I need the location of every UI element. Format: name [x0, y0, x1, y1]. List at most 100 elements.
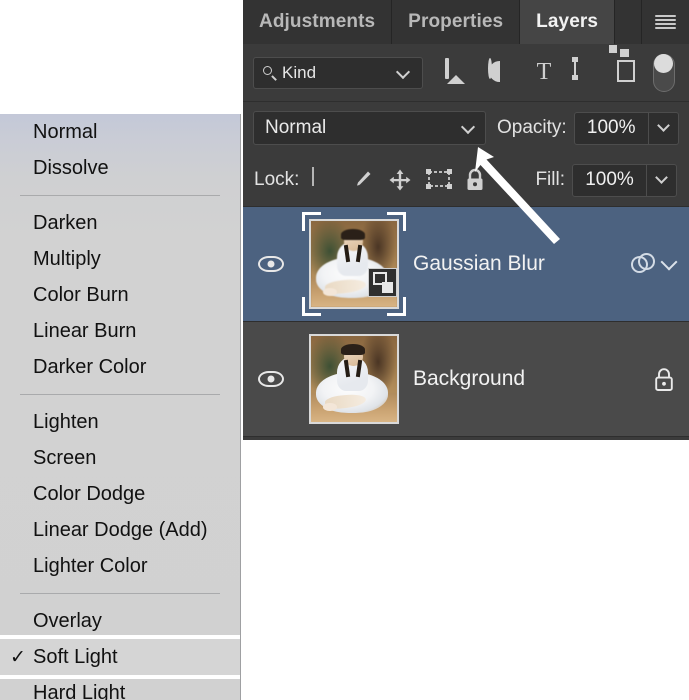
layer-thumbnail-ballerina — [309, 334, 399, 424]
smart-object-filter-icon[interactable] — [609, 44, 643, 86]
tab-adjustments[interactable]: Adjustments — [243, 0, 393, 44]
hamburger-menu-icon — [655, 14, 676, 30]
layer-name: Background — [413, 367, 526, 390]
menu-item-label: Overlay — [33, 609, 102, 632]
filter-type-icons: T — [445, 44, 643, 86]
panel-menu-button[interactable] — [642, 0, 689, 44]
panel-tab-strip: Adjustments Properties Layers — [243, 0, 689, 44]
lock-transparent-pixels-icon[interactable] — [312, 167, 336, 192]
menu-item-label: Linear Dodge (Add) — [33, 518, 208, 541]
menu-item-label: Lighten — [33, 410, 99, 433]
eye-icon — [258, 256, 284, 272]
menu-item-label: Normal — [33, 120, 98, 143]
menu-item-label: Color Burn — [33, 283, 129, 306]
lock-row: Lock: Fill: 100% — [243, 154, 689, 207]
lock-icon-group — [312, 167, 488, 192]
menu-item-label: Darker Color — [33, 355, 147, 378]
menu-item-label: Dissolve — [33, 156, 109, 179]
menu-item-screen[interactable]: Screen — [0, 440, 240, 476]
opacity-stepper[interactable] — [648, 111, 679, 145]
opacity-value: 100% — [586, 117, 636, 138]
menu-item-linear-burn[interactable]: Linear Burn — [0, 313, 240, 349]
menu-item-lighter-color[interactable]: Lighter Color — [0, 548, 240, 584]
fill-label: Fill: — [535, 169, 565, 190]
menu-item-darken[interactable]: Darken — [0, 205, 240, 241]
eye-icon — [258, 371, 284, 387]
lock-artboard-nesting-icon[interactable] — [426, 168, 453, 192]
layers-panel: Adjustments Properties Layers Kind T Nor… — [243, 0, 689, 440]
layer-thumbnail-cell[interactable] — [299, 212, 409, 316]
menu-separator — [20, 195, 220, 196]
filter-enable-toggle[interactable] — [653, 53, 675, 92]
blend-mode-row: Normal Opacity: 100% — [243, 102, 689, 154]
opacity-label: Opacity: — [497, 117, 567, 138]
filter-kind-select[interactable]: Kind — [253, 56, 423, 89]
layer-row-gaussian-blur[interactable]: Gaussian Blur — [243, 207, 689, 322]
lock-all-icon[interactable] — [464, 168, 488, 192]
opacity-input[interactable]: 100% — [573, 111, 649, 145]
tab-properties-label: Properties — [408, 11, 504, 32]
fill-input[interactable]: 100% — [572, 163, 647, 197]
layer-row-controls — [653, 367, 675, 392]
chevron-down-icon[interactable] — [660, 253, 678, 270]
menu-item-lighten[interactable]: Lighten — [0, 404, 240, 440]
blend-mode-dropdown-menu[interactable]: Normal Dissolve Darken Multiply Color Burn Li… — [0, 114, 241, 700]
layer-visibility-toggle[interactable] — [243, 256, 299, 272]
fill-value: 100% — [585, 169, 634, 190]
chevron-down-icon — [656, 119, 670, 132]
smart-filters-icon[interactable] — [631, 253, 657, 275]
chevron-down-icon — [395, 64, 411, 79]
menu-item-darker-color[interactable]: Darker Color — [0, 349, 240, 385]
tab-strip-spacer — [615, 0, 642, 44]
menu-separator — [20, 394, 220, 395]
menu-item-label: Linear Burn — [33, 319, 137, 342]
layer-visibility-toggle[interactable] — [243, 371, 299, 387]
menu-item-dissolve[interactable]: Dissolve — [0, 150, 240, 186]
menu-item-color-burn[interactable]: Color Burn — [0, 277, 240, 313]
menu-item-hard-light[interactable]: Hard Light — [0, 675, 240, 700]
adjustment-layer-filter-icon[interactable] — [488, 57, 514, 86]
menu-item-color-dodge[interactable]: Color Dodge — [0, 476, 240, 512]
layer-row-controls — [631, 253, 678, 275]
fill-stepper[interactable] — [647, 163, 677, 197]
lock-label: Lock: — [254, 169, 300, 190]
menu-item-normal[interactable]: Normal — [0, 114, 240, 150]
menu-item-label: Screen — [33, 446, 97, 469]
search-icon — [263, 65, 277, 80]
toggle-knob — [654, 53, 673, 73]
layer-list: Gaussian Blur Background — [243, 207, 689, 437]
menu-item-label: Color Dodge — [33, 482, 146, 505]
menu-item-label: Hard Light — [33, 681, 126, 700]
menu-separator — [20, 593, 220, 594]
tab-layers[interactable]: Layers — [520, 0, 616, 44]
menu-item-label: Darken — [33, 211, 98, 234]
lock-position-icon[interactable] — [388, 168, 412, 192]
layer-name: Gaussian Blur — [413, 252, 545, 275]
menu-item-linear-dodge-add[interactable]: Linear Dodge (Add) — [0, 512, 240, 548]
blend-mode-value: Normal — [265, 117, 327, 138]
layer-row-background[interactable]: Background — [243, 322, 689, 437]
pixel-layer-filter-icon[interactable] — [445, 57, 471, 86]
locked-layer-icon — [653, 367, 675, 392]
menu-item-overlay[interactable]: Overlay — [0, 603, 240, 639]
layer-thumbnail-cell[interactable] — [299, 334, 409, 424]
layer-filter-row: Kind T — [243, 44, 689, 102]
menu-item-label: Multiply — [33, 247, 101, 270]
blend-mode-select[interactable]: Normal — [253, 111, 486, 145]
menu-item-label: Lighter Color — [33, 554, 148, 577]
menu-item-label: Soft Light — [33, 645, 118, 668]
tab-adjustments-label: Adjustments — [259, 11, 376, 32]
fill-block: Fill: 100% — [535, 163, 677, 197]
tab-layers-label: Layers — [536, 11, 599, 32]
type-layer-filter-icon[interactable]: T — [531, 60, 557, 86]
chevron-down-icon — [655, 171, 668, 184]
menu-item-multiply[interactable]: Multiply — [0, 241, 240, 277]
lock-image-pixels-icon[interactable] — [350, 168, 374, 192]
filter-kind-label: Kind — [282, 62, 317, 82]
check-icon: ✓ — [10, 646, 26, 668]
chevron-down-icon — [460, 119, 476, 135]
menu-item-soft-light[interactable]: ✓ Soft Light — [0, 635, 240, 679]
shape-layer-filter-icon[interactable] — [572, 56, 600, 86]
tab-properties[interactable]: Properties — [392, 0, 521, 44]
smart-object-badge — [368, 268, 397, 297]
